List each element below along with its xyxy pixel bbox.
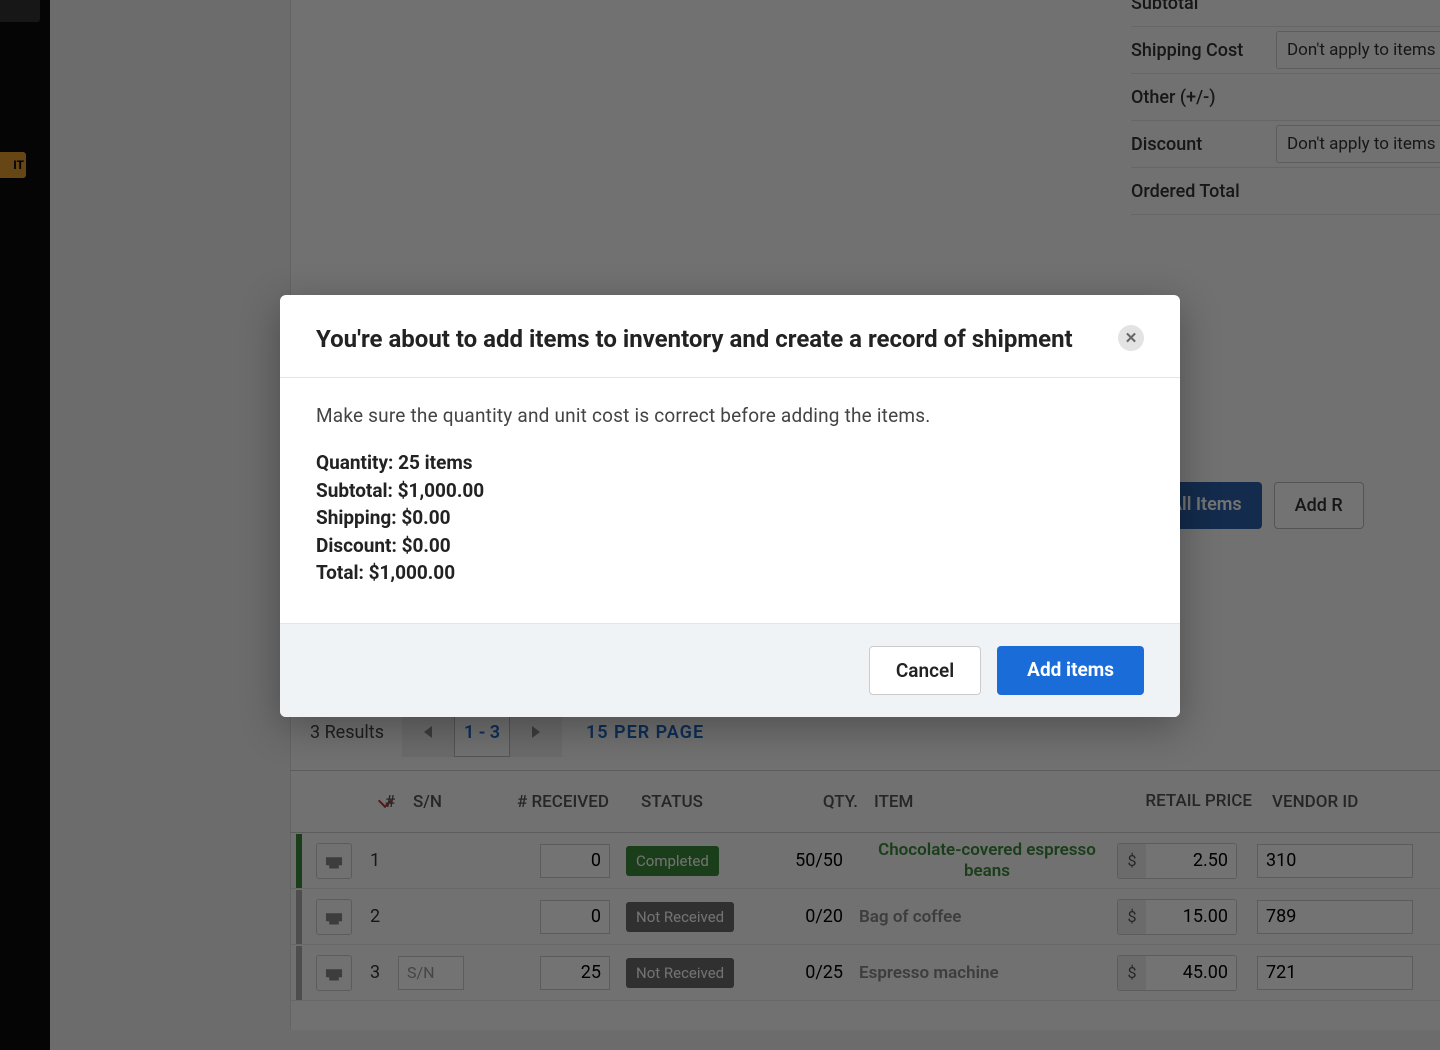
shipping-label: Shipping: — [316, 506, 397, 529]
quantity-label: Quantity: — [316, 451, 393, 474]
modal-hint: Make sure the quantity and unit cost is … — [316, 404, 1144, 427]
modal-title: You're about to add items to inventory a… — [316, 325, 1073, 353]
total-value: $1,000.00 — [369, 561, 456, 584]
close-icon: ✕ — [1125, 329, 1138, 347]
discount-value: $0.00 — [402, 534, 451, 557]
close-button[interactable]: ✕ — [1118, 325, 1144, 351]
quantity-value: 25 items — [398, 451, 472, 474]
subtotal-value: $1,000.00 — [398, 479, 485, 502]
total-label: Total: — [316, 561, 364, 584]
confirm-shipment-modal: You're about to add items to inventory a… — [280, 295, 1180, 717]
shipping-value: $0.00 — [401, 506, 450, 529]
subtotal-label: Subtotal: — [316, 479, 393, 502]
cancel-button[interactable]: Cancel — [869, 646, 981, 695]
add-items-button[interactable]: Add items — [997, 646, 1144, 695]
discount-label: Discount: — [316, 534, 397, 557]
